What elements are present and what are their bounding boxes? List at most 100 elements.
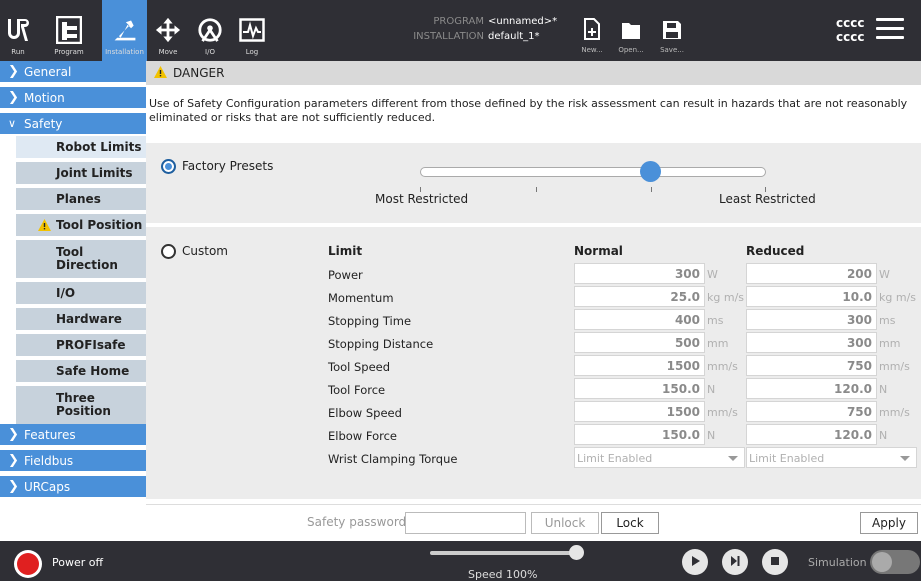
step-button[interactable]: [722, 549, 748, 575]
sidebar-item-tool-direction[interactable]: Tool Direction: [16, 240, 146, 280]
custom-radio[interactable]: [161, 244, 176, 259]
wrist-clamping-normal-select[interactable]: Limit Enabled: [574, 447, 745, 468]
power-reduced-field[interactable]: 200: [746, 263, 877, 284]
limit-power-label: Power: [328, 268, 363, 282]
presets-slider-handle[interactable]: [640, 161, 661, 182]
sidebar-item-fieldbus[interactable]: ❯ Fieldbus: [0, 450, 146, 472]
sidebar: ❯ General ❯ Motion ∨ Safety Robot Limits Jo…: [0, 61, 146, 541]
elbow-speed-normal-field[interactable]: 1500: [574, 401, 705, 422]
danger-message: Use of Safety Configuration parameters d…: [149, 97, 908, 124]
open-button[interactable]: Open...: [611, 0, 651, 61]
sidebar-item-general[interactable]: ❯ General: [0, 61, 146, 83]
installation-tab[interactable]: Installation: [102, 0, 147, 61]
field-value: 750: [846, 405, 872, 419]
sidebar-item-safety[interactable]: ∨ Safety: [0, 113, 146, 135]
hamburger-menu-icon[interactable]: [876, 18, 904, 40]
sidebar-item-joint-limits[interactable]: Joint Limits: [16, 162, 146, 186]
unit-label: mm: [707, 337, 729, 350]
simulation-toggle[interactable]: [870, 550, 920, 574]
elbow-speed-reduced-field[interactable]: 750: [746, 401, 877, 422]
safety-password-label: Safety password: [307, 515, 407, 529]
sidebar-item-label: Safe Home: [56, 363, 130, 378]
field-value: 120.0: [834, 428, 872, 442]
stopping-distance-normal-field[interactable]: 500: [574, 332, 705, 353]
field-value: 300: [674, 267, 700, 281]
slider-tick: [536, 187, 537, 192]
momentum-reduced-field[interactable]: 10.0: [746, 286, 877, 307]
new-button-label: New...: [581, 46, 603, 54]
sidebar-item-label: PROFIsafe: [56, 337, 126, 352]
wrist-clamping-reduced-select[interactable]: Limit Enabled: [746, 447, 917, 468]
tool-speed-normal-field[interactable]: 1500: [574, 355, 705, 376]
sidebar-item-planes[interactable]: Planes: [16, 188, 146, 212]
field-value: 120.0: [834, 382, 872, 396]
sidebar-item-hardware[interactable]: Hardware: [16, 308, 146, 332]
sidebar-item-motion[interactable]: ❯ Motion: [0, 87, 146, 109]
momentum-normal-field[interactable]: 25.0: [574, 286, 705, 307]
sidebar-item-urcaps[interactable]: ❯ URCaps: [0, 476, 146, 498]
stopping-time-normal-field[interactable]: 400: [574, 309, 705, 330]
io-tab[interactable]: I/O: [189, 0, 231, 61]
log-tab[interactable]: Log: [231, 0, 273, 61]
program-key: PROGRAM: [433, 16, 484, 27]
program-icon: [56, 15, 82, 45]
log-tab-label: Log: [245, 48, 259, 56]
tool-force-reduced-field[interactable]: 120.0: [746, 378, 877, 399]
new-button[interactable]: New...: [572, 0, 612, 61]
select-value: Limit Enabled: [749, 452, 825, 465]
field-value: 150.0: [662, 382, 700, 396]
sidebar-item-robot-limits[interactable]: Robot Limits: [16, 136, 146, 160]
sidebar-item-label: Features: [24, 427, 76, 442]
chevron-right-icon: ❯: [8, 64, 19, 79]
warning-icon: [38, 219, 51, 234]
sidebar-item-tool-position[interactable]: Tool Position: [16, 214, 146, 238]
safety-password-input[interactable]: [405, 512, 526, 534]
danger-header: DANGER: [146, 61, 921, 85]
limit-tool-force-label: Tool Force: [328, 383, 386, 397]
stop-button[interactable]: [762, 549, 788, 575]
unit-label: kg m/s: [879, 291, 917, 304]
sidebar-item-label: Motion: [24, 90, 65, 105]
apply-button[interactable]: Apply: [860, 512, 918, 534]
sidebar-item-profisafe[interactable]: PROFIsafe: [16, 334, 146, 358]
speed-slider-track[interactable]: [430, 551, 578, 555]
unlock-button[interactable]: Unlock: [531, 512, 599, 534]
tool-speed-reduced-field[interactable]: 750: [746, 355, 877, 376]
sidebar-item-features[interactable]: ❯ Features: [0, 424, 146, 446]
sidebar-item-safe-home[interactable]: Safe Home: [16, 360, 146, 384]
unit-label: W: [707, 268, 718, 281]
field-value: 150.0: [662, 428, 700, 442]
unit-label: N: [707, 383, 716, 396]
program-tab-label: Program: [54, 48, 84, 56]
stopping-time-reduced-field[interactable]: 300: [746, 309, 877, 330]
sidebar-item-label: General: [24, 64, 72, 79]
power-normal-field[interactable]: 300: [574, 263, 705, 284]
power-status[interactable]: Power off: [52, 556, 103, 569]
tool-force-normal-field[interactable]: 150.0: [574, 378, 705, 399]
lock-button[interactable]: Lock: [601, 512, 659, 534]
play-button[interactable]: [682, 549, 708, 575]
reduced-column-header: Reduced: [746, 244, 805, 258]
limit-column-header: Limit: [328, 244, 363, 258]
sidebar-item-three-position[interactable]: Three Position: [16, 386, 146, 426]
installation-tab-label: Installation: [105, 48, 144, 56]
power-icon[interactable]: [14, 550, 42, 578]
field-value: 300: [846, 336, 872, 350]
sidebar-item-io[interactable]: I/O: [16, 282, 146, 306]
sidebar-item-label: Joint Limits: [56, 165, 133, 180]
elbow-force-reduced-field[interactable]: 120.0: [746, 424, 877, 445]
unit-label: W: [879, 268, 890, 281]
unit-label: kg m/s: [707, 291, 745, 304]
sidebar-item-label: Tool Position: [56, 217, 143, 232]
save-button[interactable]: Save...: [652, 0, 692, 61]
footer-bar: Power off Speed 100% Simulation: [0, 541, 921, 581]
factory-presets-radio[interactable]: [161, 159, 176, 174]
stopping-distance-reduced-field[interactable]: 300: [746, 332, 877, 353]
elbow-force-normal-field[interactable]: 150.0: [574, 424, 705, 445]
unit-label: mm/s: [707, 406, 738, 419]
run-tab[interactable]: Run: [0, 0, 36, 61]
move-tab[interactable]: Move: [147, 0, 189, 61]
speed-slider-handle[interactable]: [569, 545, 584, 560]
presets-slider-track[interactable]: [420, 167, 766, 177]
program-tab[interactable]: Program: [36, 0, 102, 61]
